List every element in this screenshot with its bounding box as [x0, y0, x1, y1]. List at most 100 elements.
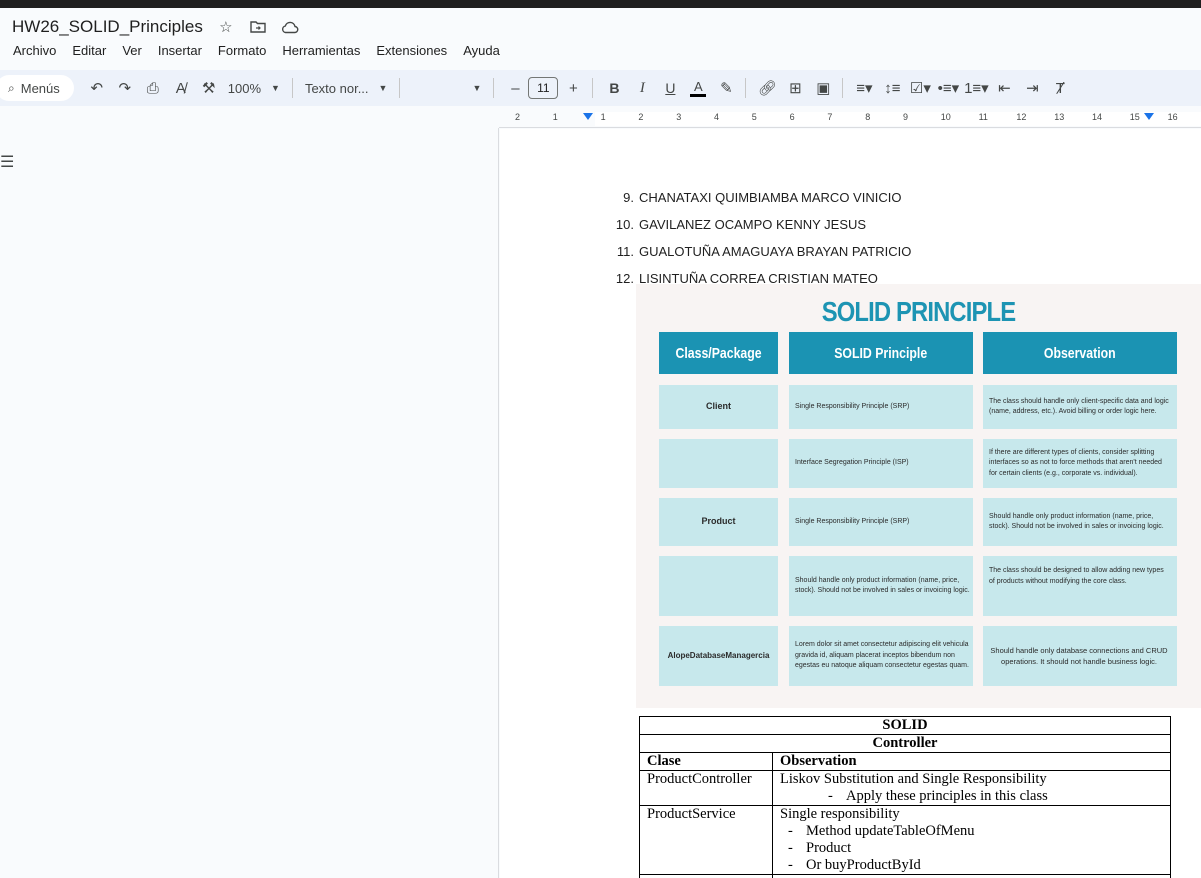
star-icon[interactable]: ☆	[217, 18, 235, 36]
undo-icon[interactable]: ↶	[84, 75, 110, 101]
paint-format-icon[interactable]: ⚒	[196, 75, 222, 101]
italic-button[interactable]: I	[629, 75, 655, 101]
menu-formato[interactable]: Formato	[218, 43, 266, 58]
cloud-status-icon[interactable]	[281, 18, 299, 36]
chevron-down-icon: ▼	[472, 83, 482, 93]
zoom-select[interactable]: 100% ▼	[222, 81, 286, 96]
menu-extensiones[interactable]: Extensiones	[376, 43, 447, 58]
list-number: 9.	[623, 190, 634, 205]
font-size-increase-button[interactable]: +	[560, 75, 586, 101]
cell-principle: Lorem dolor sit amet consectetur adipisc…	[789, 626, 973, 686]
column-header-clase: Clase	[639, 752, 773, 771]
line-spacing-icon[interactable]: ↕≡	[879, 75, 905, 101]
link-icon[interactable]: 🔗︎	[754, 75, 780, 101]
list-item: 9. CHANATAXI QUIMBIAMBA MARCO VINICIO	[610, 184, 911, 211]
move-folder-icon[interactable]	[249, 18, 267, 36]
bullet-text: Method updateTableOfMenu	[806, 823, 975, 839]
list-item: 11. GUALOTUÑA AMAGUAYA BRAYAN PATRICIO	[610, 238, 911, 265]
menu-insertar[interactable]: Insertar	[158, 43, 202, 58]
cell-class: Product	[659, 498, 778, 546]
decrease-indent-icon[interactable]: ⇤	[991, 75, 1017, 101]
text-color-button[interactable]: A	[685, 75, 711, 101]
ruler-number: 13	[1054, 112, 1065, 122]
chevron-down-icon: ▼	[271, 83, 280, 93]
cell-principle: Single Responsibility Principle (SRP)	[789, 498, 973, 546]
menu-ayuda[interactable]: Ayuda	[463, 43, 500, 58]
header-solid-principle: SOLID Principle	[789, 332, 973, 374]
bullet-list-icon[interactable]: •≡▾	[935, 75, 961, 101]
ruler-number: 12	[1016, 112, 1027, 122]
ruler-number: 5	[751, 112, 757, 122]
font-size-input[interactable]: 11	[528, 77, 559, 99]
cell-class: Client	[659, 385, 778, 429]
clear-formatting-icon[interactable]: Ⱦ	[1047, 75, 1073, 101]
title-row: HW26_SOLID_Principles ☆	[12, 16, 299, 38]
ruler-number: 8	[865, 112, 871, 122]
font-select[interactable]: ▼	[466, 83, 487, 93]
outline-pane: ☰	[0, 128, 499, 878]
numbered-list-icon[interactable]: 1≡▾	[963, 75, 989, 101]
document-title[interactable]: HW26_SOLID_Principles	[12, 17, 203, 37]
separator	[399, 78, 401, 98]
cell-observation: Liskov Substitution and Single Responsib…	[772, 770, 1171, 806]
observation-line: Liskov Substitution and Single Responsib…	[780, 771, 1047, 787]
separator	[592, 78, 594, 98]
menu-editar[interactable]: Editar	[72, 43, 106, 58]
table-title: SOLID	[639, 716, 1171, 735]
ruler-number: 7	[827, 112, 833, 122]
cell-clase: ProductService	[639, 805, 773, 875]
ruler: 211234567891011121314151617	[499, 110, 1201, 128]
print-icon[interactable]: ⎙	[140, 75, 166, 101]
separator	[745, 78, 747, 98]
comment-icon[interactable]: ⊞	[782, 75, 808, 101]
cell-observation: The class should be designed to allow ad…	[983, 556, 1177, 616]
table-row	[639, 874, 1171, 878]
list-number: 10.	[615, 217, 634, 232]
text-color-letter: A	[694, 78, 703, 94]
cell-principle: Should handle only product information (…	[789, 556, 973, 616]
style-select[interactable]: Texto nor... ▼	[299, 81, 394, 96]
ruler-number: 2	[638, 112, 644, 122]
menu-archivo[interactable]: Archivo	[13, 43, 56, 58]
ruler-number: 1	[600, 112, 606, 122]
names-list: 9. CHANATAXI QUIMBIAMBA MARCO VINICIO 10.…	[610, 184, 911, 292]
cell-observation: If there are different types of clients,…	[983, 439, 1177, 488]
list-text: GUALOTUÑA AMAGUAYA BRAYAN PATRICIO	[639, 244, 912, 259]
bold-button[interactable]: B	[601, 75, 627, 101]
style-value: Texto nor...	[304, 80, 369, 96]
document-page: 9. CHANATAXI QUIMBIAMBA MARCO VINICIO 10.…	[500, 129, 1201, 878]
list-item: 10. GAVILANEZ OCAMPO KENNY JESUS	[610, 211, 911, 238]
cell-observation: Should handle only product information (…	[983, 498, 1177, 546]
align-icon[interactable]: ≡▾	[851, 75, 877, 101]
ruler-number: 6	[789, 112, 795, 122]
menu-ver[interactable]: Ver	[122, 43, 142, 58]
checklist-icon[interactable]: ☑▾	[907, 75, 933, 101]
highlight-icon[interactable]: ✎	[713, 75, 739, 101]
menus-label: Menús	[20, 80, 60, 96]
table-row: ProductController Liskov Substitution an…	[639, 770, 1171, 806]
ruler-number: 3	[676, 112, 682, 122]
ruler-number: 14	[1092, 112, 1103, 122]
cell-principle: Interface Segregation Principle (ISP)	[789, 439, 973, 488]
cell-clase: ProductController	[639, 770, 773, 806]
solid-principle-image[interactable]: SOLID PRINCIPLE Class/Package SOLID Prin…	[636, 284, 1201, 708]
left-indent-marker[interactable]	[583, 113, 593, 120]
ruler-number: 10	[940, 112, 951, 122]
spellcheck-icon[interactable]: A̸	[168, 75, 194, 101]
toolbar: ⌕ Menús ↶ ↷ ⎙ A̸ ⚒ 100% ▼ Texto nor... ▼ ▼…	[0, 70, 1201, 106]
outline-menu-icon[interactable]: ☰	[0, 152, 14, 172]
image-icon[interactable]: ▣	[810, 75, 836, 101]
chevron-down-icon: ▼	[378, 83, 388, 93]
right-indent-marker[interactable]	[1144, 113, 1154, 120]
search-menus-button[interactable]: ⌕ Menús	[0, 75, 74, 101]
column-header-observation: Observation	[772, 752, 1171, 771]
redo-icon[interactable]: ↷	[112, 75, 138, 101]
increase-indent-icon[interactable]: ⇥	[1019, 75, 1045, 101]
header-observation: Observation	[983, 332, 1177, 374]
menu-herramientas[interactable]: Herramientas	[282, 43, 360, 58]
underline-button[interactable]: U	[657, 75, 683, 101]
ruler-number: 15	[1129, 112, 1140, 122]
menu-bar: Archivo Editar Ver Insertar Formato Herr…	[13, 43, 500, 58]
list-number: 12.	[615, 271, 634, 286]
font-size-decrease-button[interactable]: –	[502, 75, 528, 101]
